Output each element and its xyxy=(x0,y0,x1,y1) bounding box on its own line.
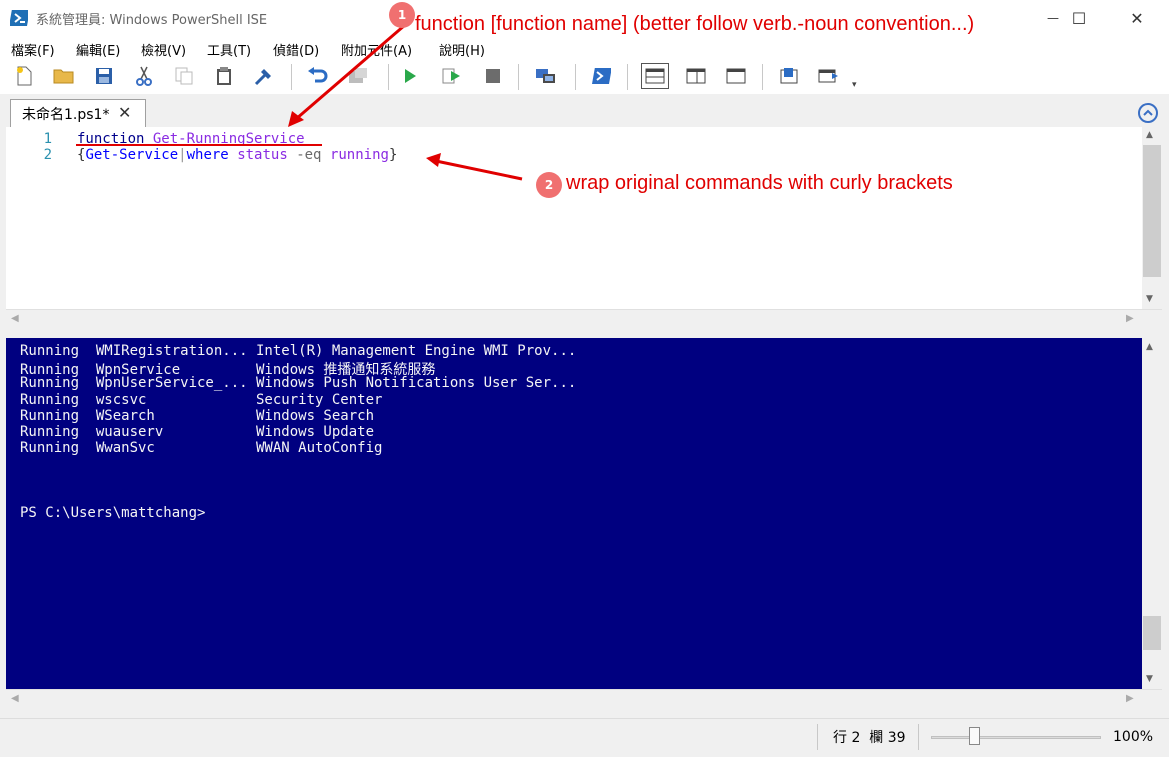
annotation-overlay xyxy=(76,23,523,181)
annotation-badge-2: 2 xyxy=(536,172,562,198)
annotation-text-1: function [function name] (better follow … xyxy=(415,13,975,35)
annotation-arrow-1 xyxy=(295,23,406,121)
annotation-arrowhead-2 xyxy=(426,153,441,167)
annotation-badge-1: 1 xyxy=(389,2,415,28)
annotation-text-2: wrap original commands with curly bracke… xyxy=(566,172,953,194)
annotation-arrow-2 xyxy=(435,159,523,181)
